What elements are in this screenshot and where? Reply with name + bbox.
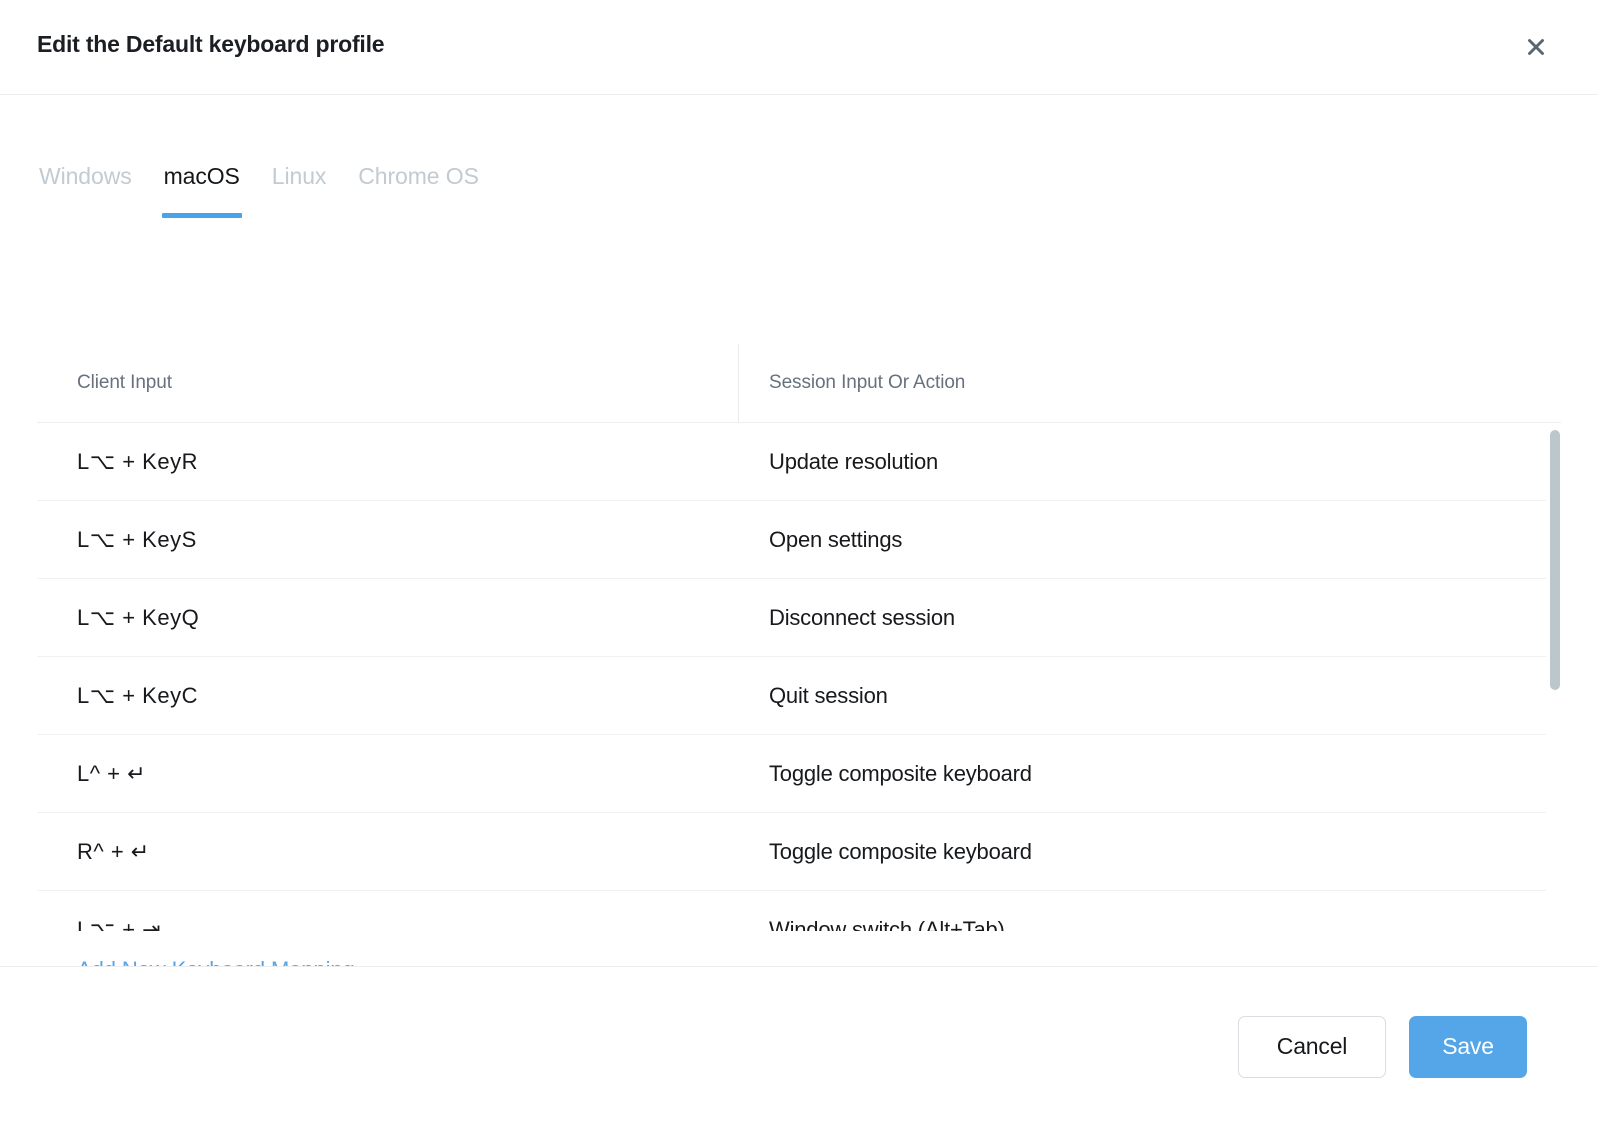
table-scrollbar[interactable] bbox=[1548, 423, 1561, 931]
dialog-header: Edit the Default keyboard profile bbox=[0, 0, 1598, 95]
page-title: Edit the Default keyboard profile bbox=[37, 31, 385, 57]
edit-keyboard-profile-dialog: Edit the Default keyboard profile Window… bbox=[0, 0, 1598, 1126]
cancel-button[interactable]: Cancel bbox=[1238, 1015, 1386, 1078]
cell-client-input: L⌥ + KeyR bbox=[77, 448, 198, 474]
table-row[interactable]: L⌥ + KeyS Open settings bbox=[37, 501, 1546, 579]
save-button[interactable]: Save bbox=[1409, 1015, 1527, 1078]
cell-action: Toggle composite keyboard bbox=[769, 760, 1032, 786]
cell-action: Disconnect session bbox=[769, 604, 955, 630]
table-row[interactable]: L⌥ + ⇥ Window switch (Alt+Tab) bbox=[37, 891, 1546, 932]
cell-client-input: R^ + ↵ bbox=[77, 838, 150, 864]
close-button[interactable] bbox=[1522, 33, 1550, 61]
dialog-footer: Cancel Save bbox=[0, 966, 1598, 1126]
cell-client-input: L⌥ + KeyS bbox=[77, 526, 197, 552]
cell-action: Update resolution bbox=[769, 448, 939, 474]
scrollbar-thumb[interactable] bbox=[1550, 430, 1560, 690]
tab-macos[interactable]: macOS bbox=[148, 163, 256, 218]
cell-action: Open settings bbox=[769, 526, 903, 552]
table-row[interactable]: L⌥ + KeyR Update resolution bbox=[37, 423, 1546, 501]
cell-client-input: L⌥ + KeyC bbox=[77, 682, 198, 708]
table-body[interactable]: L⌥ + KeyR Update resolution L⌥ + KeyS Op… bbox=[37, 423, 1561, 931]
column-divider bbox=[738, 344, 739, 422]
table-header-row: Client Input Session Input Or Action bbox=[37, 344, 1561, 423]
tab-windows[interactable]: Windows bbox=[37, 163, 148, 218]
table-row[interactable]: R^ + ↵ Toggle composite keyboard bbox=[37, 813, 1546, 891]
add-new-keyboard-mapping-link[interactable]: Add New Keyboard Mapping bbox=[77, 957, 355, 966]
cell-action: Window switch (Alt+Tab) bbox=[769, 916, 1005, 932]
column-header-client-input: Client Input bbox=[77, 372, 172, 393]
column-header-session-input-or-action: Session Input Or Action bbox=[769, 372, 966, 393]
table-row[interactable]: L^ + ↵ Toggle composite keyboard bbox=[37, 735, 1546, 813]
table-row[interactable]: L⌥ + KeyQ Disconnect session bbox=[37, 579, 1546, 657]
os-tabs: Windows macOS Linux Chrome OS bbox=[37, 163, 495, 218]
keyboard-mappings-table: Client Input Session Input Or Action L⌥ … bbox=[37, 344, 1561, 966]
table-row[interactable]: L⌥ + KeyC Quit session bbox=[37, 657, 1546, 735]
cell-client-input: L⌥ + KeyQ bbox=[77, 604, 200, 630]
tab-linux[interactable]: Linux bbox=[256, 163, 343, 218]
cell-client-input: L^ + ↵ bbox=[77, 760, 147, 786]
cell-action: Quit session bbox=[769, 682, 888, 708]
cell-action: Toggle composite keyboard bbox=[769, 838, 1032, 864]
cell-client-input: L⌥ + ⇥ bbox=[77, 916, 162, 932]
tab-chrome-os[interactable]: Chrome OS bbox=[342, 163, 495, 218]
dialog-body: Windows macOS Linux Chrome OS Client Inp… bbox=[0, 95, 1598, 966]
close-icon bbox=[1525, 36, 1547, 58]
